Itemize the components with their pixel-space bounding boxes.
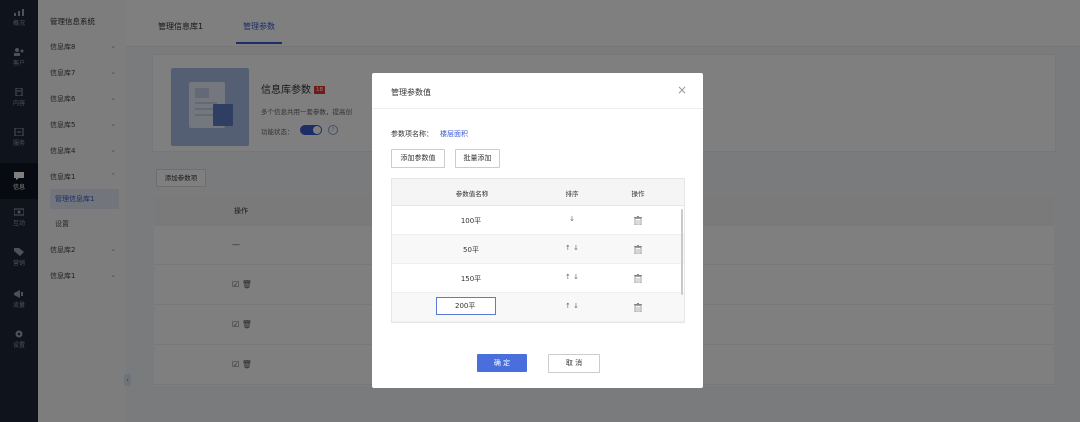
dialog-divider xyxy=(372,108,703,109)
sort-arrows[interactable]: ↓ xyxy=(560,215,584,223)
table-row: 150平 ↑ ↓ xyxy=(392,264,684,293)
table-row-editing: ↑ ↓ xyxy=(392,293,684,322)
close-icon[interactable]: × xyxy=(677,83,687,97)
sort-arrows[interactable]: ↑ ↓ xyxy=(560,302,584,310)
param-name-value[interactable]: 楼层面积 xyxy=(440,129,468,139)
trash-icon[interactable] xyxy=(634,245,642,254)
table-row: 50平 ↑ ↓ xyxy=(392,235,684,264)
param-name-label: 参数项名称： xyxy=(391,130,433,138)
cancel-button[interactable]: 取 消 xyxy=(548,354,600,373)
sort-arrows[interactable]: ↑ ↓ xyxy=(560,273,584,281)
trash-icon[interactable] xyxy=(634,303,642,312)
param-values-table: 参数值名称 排序 操作 100平 ↓ 50平 ↑ ↓ 150平 ↑ ↓ ↑ ↓ xyxy=(391,178,685,323)
table-scrollbar[interactable] xyxy=(681,209,683,295)
batch-add-button[interactable]: 批量添加 xyxy=(455,149,500,168)
header-ops: 操作 xyxy=(631,190,645,198)
header-sort: 排序 xyxy=(565,190,579,198)
trash-icon[interactable] xyxy=(634,274,642,283)
trash-icon[interactable] xyxy=(634,216,642,225)
value-name: 50平 xyxy=(463,246,479,254)
param-value-input[interactable] xyxy=(436,297,496,315)
sort-arrows[interactable]: ↑ ↓ xyxy=(560,244,584,252)
add-param-value-button[interactable]: 添加参数值 xyxy=(391,149,445,168)
manage-param-values-dialog: 管理参数值 × 参数项名称： 楼层面积 添加参数值 批量添加 参数值名称 排序 … xyxy=(372,73,703,388)
value-name: 150平 xyxy=(460,275,482,283)
dialog-title: 管理参数值 xyxy=(391,88,431,97)
header-value-name: 参数值名称 xyxy=(455,190,489,198)
confirm-button[interactable]: 确 定 xyxy=(477,354,527,372)
param-values-header: 参数值名称 排序 操作 xyxy=(392,179,684,206)
table-row: 100平 ↓ xyxy=(392,206,684,235)
value-name: 100平 xyxy=(460,217,482,225)
